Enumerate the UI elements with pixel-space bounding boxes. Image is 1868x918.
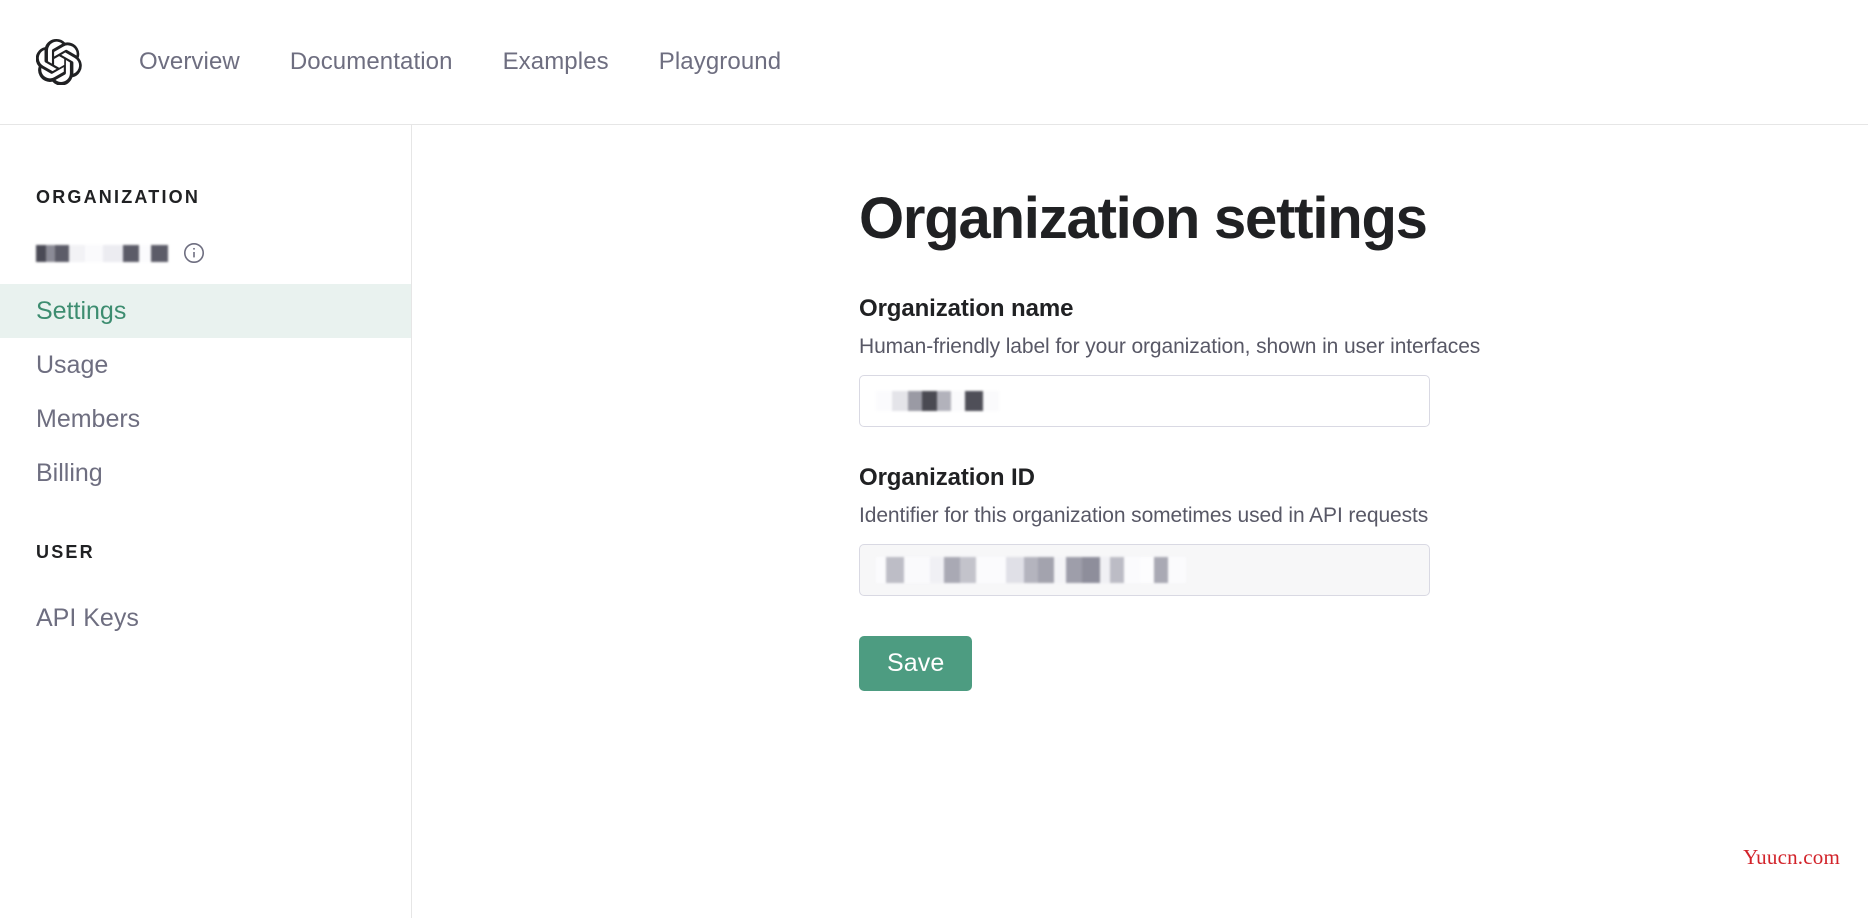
- organization-id-label: Organization ID: [859, 464, 1431, 492]
- openai-logo-icon[interactable]: [36, 39, 82, 85]
- organization-id-input: [859, 544, 1430, 596]
- nav-link-overview[interactable]: Overview: [114, 40, 265, 84]
- sidebar-spacer: [0, 500, 411, 542]
- organization-name-value-redacted: [876, 391, 999, 411]
- organization-name-help: Human-friendly label for your organizati…: [859, 335, 1431, 359]
- sidebar-organization-name-row[interactable]: [0, 236, 411, 270]
- organization-name-redacted: [36, 245, 168, 262]
- organization-settings-page: Overview Documentation Examples Playgrou…: [0, 0, 1868, 918]
- sidebar-section-organization-title: ORGANIZATION: [0, 187, 411, 208]
- main-nav: Overview Documentation Examples Playgrou…: [114, 40, 806, 84]
- organization-id-help: Identifier for this organization sometim…: [859, 504, 1431, 528]
- nav-link-documentation[interactable]: Documentation: [265, 40, 478, 84]
- nav-link-examples[interactable]: Examples: [478, 40, 634, 84]
- watermark: Yuucn.com: [1743, 845, 1840, 870]
- page-body: ORGANIZATION Settings Usage Members Bill…: [0, 125, 1868, 918]
- sidebar-item-api-keys[interactable]: API Keys: [0, 591, 411, 645]
- sidebar-item-members[interactable]: Members: [0, 392, 411, 446]
- main-content: Organization settings Organization name …: [412, 125, 1868, 918]
- field-organization-id: Organization ID Identifier for this orga…: [859, 464, 1431, 596]
- info-circle-icon[interactable]: [182, 241, 206, 265]
- organization-id-value-redacted: [876, 557, 1186, 583]
- sidebar-section-user-title: USER: [0, 542, 411, 563]
- sidebar-item-billing[interactable]: Billing: [0, 446, 411, 500]
- field-organization-name: Organization name Human-friendly label f…: [859, 295, 1431, 427]
- nav-link-playground[interactable]: Playground: [634, 40, 806, 84]
- settings-form: Organization settings Organization name …: [859, 187, 1431, 691]
- save-button[interactable]: Save: [859, 636, 972, 691]
- page-title: Organization settings: [859, 187, 1431, 251]
- sidebar-item-usage[interactable]: Usage: [0, 338, 411, 392]
- sidebar: ORGANIZATION Settings Usage Members Bill…: [0, 125, 412, 918]
- organization-name-label: Organization name: [859, 295, 1431, 323]
- sidebar-item-settings[interactable]: Settings: [0, 284, 411, 338]
- top-navigation-bar: Overview Documentation Examples Playgrou…: [0, 0, 1868, 125]
- organization-name-input[interactable]: [859, 375, 1430, 427]
